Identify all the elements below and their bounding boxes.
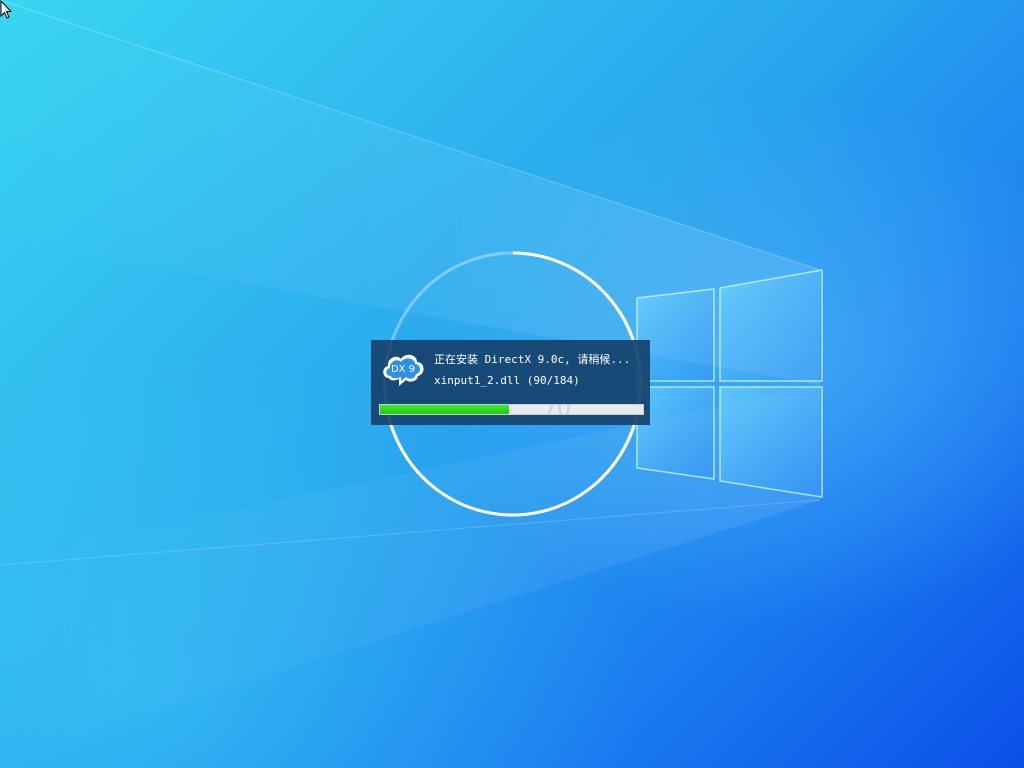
directx-installer-panel: DX 9 正在安装 DirectX 9.0c, 请稍候... xinput1_2… bbox=[371, 340, 650, 425]
dx9-logo-text: DX 9 bbox=[391, 364, 415, 375]
dx9-cloud-logo: DX 9 bbox=[383, 354, 424, 386]
mouse-pointer-icon bbox=[0, 0, 13, 19]
install-current-file: xinput1_2.dll (90/184) bbox=[434, 374, 580, 387]
install-status-title: 正在安装 DirectX 9.0c, 请稍候... bbox=[434, 353, 631, 366]
install-progress-fill bbox=[380, 405, 509, 414]
progress-ghost-percent: 70 bbox=[543, 405, 571, 414]
install-progress-bar: 70 bbox=[379, 404, 644, 415]
